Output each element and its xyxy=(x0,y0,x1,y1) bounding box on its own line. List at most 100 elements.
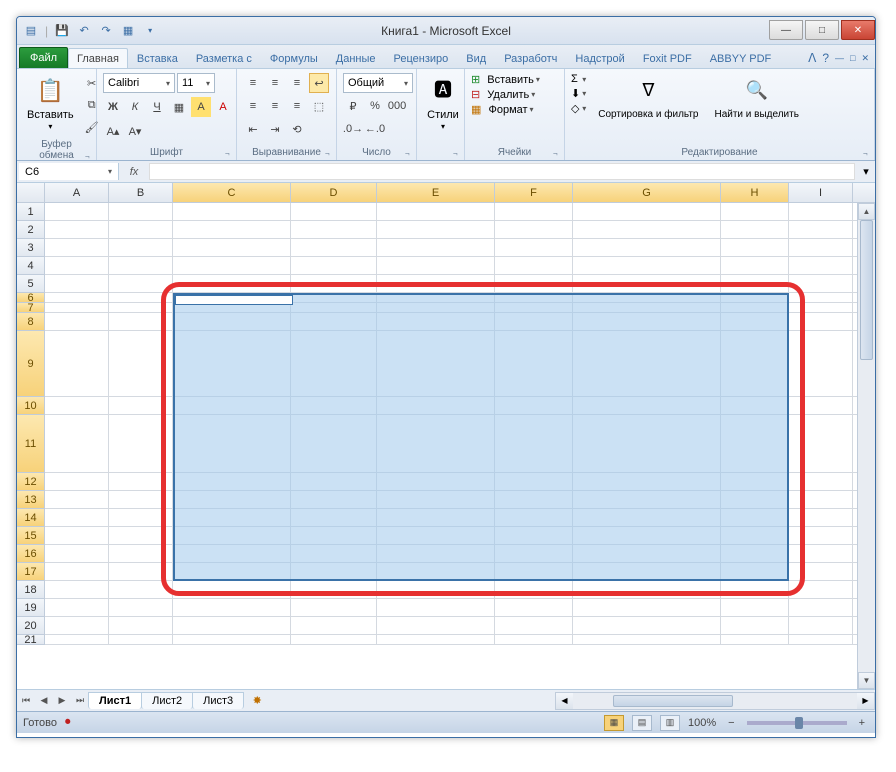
row-header-16[interactable]: 16 xyxy=(17,545,45,563)
table-row[interactable] xyxy=(45,473,857,491)
tab-abbyy pdf[interactable]: ABBYY PDF xyxy=(701,48,781,68)
align-left-icon[interactable]: ≡ xyxy=(243,96,263,116)
row-header-14[interactable]: 14 xyxy=(17,509,45,527)
doc-minimize-icon[interactable]: — xyxy=(835,53,844,63)
number-format-combo[interactable]: Общий▾ xyxy=(343,73,413,93)
styles-button[interactable]: 🅰 Стили ▾ xyxy=(423,73,463,134)
hscroll-thumb[interactable] xyxy=(613,695,733,707)
tab-разработч[interactable]: Разработч xyxy=(495,48,566,68)
row-header-18[interactable]: 18 xyxy=(17,581,45,599)
tab-надстрой[interactable]: Надстрой xyxy=(566,48,633,68)
column-header-E[interactable]: E xyxy=(377,183,495,202)
table-row[interactable] xyxy=(45,491,857,509)
name-box[interactable]: C6▾ xyxy=(19,163,119,180)
redo-icon[interactable]: ↷ xyxy=(98,23,114,39)
view-page-break-icon[interactable]: ▥ xyxy=(660,715,680,731)
sheet-tab-Лист2[interactable]: Лист2 xyxy=(141,692,193,709)
table-row[interactable] xyxy=(45,563,857,581)
table-row[interactable] xyxy=(45,509,857,527)
tab-формулы[interactable]: Формулы xyxy=(261,48,327,68)
tab-данные[interactable]: Данные xyxy=(327,48,385,68)
table-row[interactable] xyxy=(45,303,857,313)
row-header-1[interactable]: 1 xyxy=(17,203,45,221)
paste-button[interactable]: 📋 Вставить ▾ xyxy=(23,73,78,134)
table-row[interactable] xyxy=(45,527,857,545)
align-top-icon[interactable]: ≡ xyxy=(243,73,263,93)
align-bottom-icon[interactable]: ≡ xyxy=(287,73,307,93)
minimize-ribbon-icon[interactable]: ᐱ xyxy=(808,51,816,65)
bold-button[interactable]: Ж xyxy=(103,97,123,117)
row-header-21[interactable]: 21 xyxy=(17,635,45,645)
table-row[interactable] xyxy=(45,397,857,415)
cells-area[interactable] xyxy=(45,203,857,689)
horizontal-scrollbar[interactable]: ◀ ▶ xyxy=(555,692,875,710)
insert-cells-button[interactable]: ⊞ Вставить▾ xyxy=(471,73,540,86)
table-row[interactable] xyxy=(45,617,857,635)
qat-dropdown-icon[interactable]: ▾ xyxy=(142,23,158,39)
doc-restore-icon[interactable]: □ xyxy=(850,53,855,63)
row-header-15[interactable]: 15 xyxy=(17,527,45,545)
new-sheet-icon[interactable]: ✸ xyxy=(248,693,266,709)
zoom-slider[interactable] xyxy=(747,721,847,725)
align-center-icon[interactable]: ≡ xyxy=(265,96,285,116)
column-header-D[interactable]: D xyxy=(291,183,377,202)
close-button[interactable]: ✕ xyxy=(841,20,875,40)
row-header-13[interactable]: 13 xyxy=(17,491,45,509)
row-header-17[interactable]: 17 xyxy=(17,563,45,581)
sheet-tab-Лист3[interactable]: Лист3 xyxy=(192,692,244,709)
format-cells-button[interactable]: ▦ Формат▾ xyxy=(471,103,534,116)
increase-decimal-icon[interactable]: .0→ xyxy=(343,119,363,139)
wrap-text-icon[interactable]: ↩ xyxy=(309,73,329,93)
column-header-B[interactable]: B xyxy=(109,183,173,202)
tab-главная[interactable]: Главная xyxy=(68,48,128,68)
tab-разметка с[interactable]: Разметка с xyxy=(187,48,261,68)
minimize-button[interactable]: — xyxy=(769,20,803,40)
fx-button[interactable]: fx xyxy=(125,163,143,181)
zoom-out-button[interactable]: − xyxy=(724,717,738,729)
scroll-right-icon[interactable]: ▶ xyxy=(857,693,874,709)
indent-decrease-icon[interactable]: ⇤ xyxy=(243,119,263,139)
view-page-layout-icon[interactable]: ▤ xyxy=(632,715,652,731)
find-select-button[interactable]: 🔍 Найти и выделить xyxy=(710,73,802,122)
comma-icon[interactable]: 000 xyxy=(387,96,407,116)
table-row[interactable] xyxy=(45,331,857,397)
tab-рецензиро[interactable]: Рецензиро xyxy=(385,48,458,68)
maximize-button[interactable]: □ xyxy=(805,20,839,40)
italic-button[interactable]: К xyxy=(125,97,145,117)
column-header-C[interactable]: C xyxy=(173,183,291,202)
column-header-I[interactable]: I xyxy=(789,183,853,202)
merge-icon[interactable]: ⬚ xyxy=(309,96,329,116)
save-icon[interactable]: 💾 xyxy=(54,23,70,39)
scroll-up-icon[interactable]: ▲ xyxy=(858,203,875,220)
increase-font-icon[interactable]: A▴ xyxy=(103,121,123,141)
view-normal-icon[interactable]: ▦ xyxy=(604,715,624,731)
table-row[interactable] xyxy=(45,239,857,257)
indent-increase-icon[interactable]: ⇥ xyxy=(265,119,285,139)
table-row[interactable] xyxy=(45,203,857,221)
align-middle-icon[interactable]: ≡ xyxy=(265,73,285,93)
autosum-button[interactable]: Σ▾ xyxy=(571,73,586,85)
expand-formula-bar-icon[interactable]: ▾ xyxy=(857,161,875,182)
row-header-2[interactable]: 2 xyxy=(17,221,45,239)
column-header-H[interactable]: H xyxy=(721,183,789,202)
row-header-20[interactable]: 20 xyxy=(17,617,45,635)
column-header-G[interactable]: G xyxy=(573,183,721,202)
undo-icon[interactable]: ↶ xyxy=(76,23,92,39)
row-header-8[interactable]: 8 xyxy=(17,313,45,331)
decrease-decimal-icon[interactable]: ←.0 xyxy=(365,119,385,139)
fill-color-icon[interactable]: A xyxy=(191,97,211,117)
table-row[interactable] xyxy=(45,257,857,275)
row-header-3[interactable]: 3 xyxy=(17,239,45,257)
zoom-slider-knob[interactable] xyxy=(795,717,803,729)
vertical-scrollbar[interactable]: ▲ ▼ xyxy=(857,203,875,689)
tab-вставка[interactable]: Вставка xyxy=(128,48,187,68)
formula-input[interactable] xyxy=(149,163,855,180)
sheet-nav-first-icon[interactable]: ⏮ xyxy=(17,692,35,710)
scroll-down-icon[interactable]: ▼ xyxy=(858,672,875,689)
table-row[interactable] xyxy=(45,599,857,617)
table-row[interactable] xyxy=(45,221,857,239)
table-row[interactable] xyxy=(45,313,857,331)
font-color-icon[interactable]: A xyxy=(213,97,233,117)
orientation-icon[interactable]: ⟲ xyxy=(287,119,307,139)
table-row[interactable] xyxy=(45,581,857,599)
